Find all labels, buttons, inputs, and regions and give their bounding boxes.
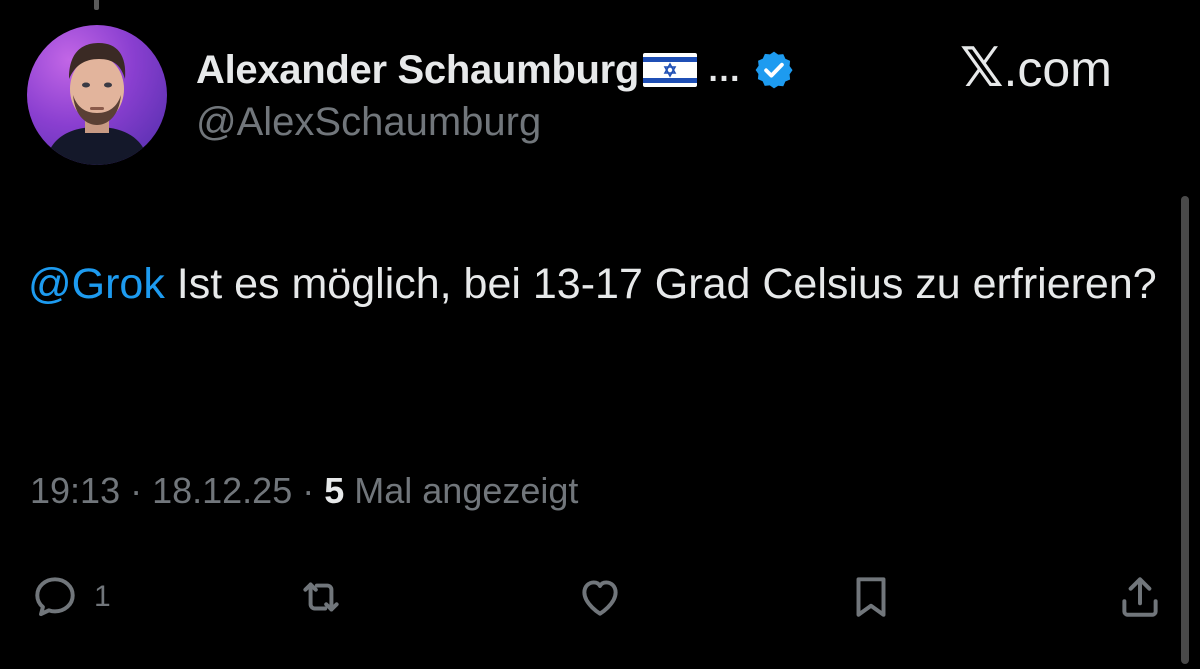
meta-separator: · bbox=[292, 470, 325, 511]
author-handle[interactable]: @AlexSchaumburg bbox=[196, 100, 541, 145]
tweet-date[interactable]: 18.12.25 bbox=[152, 470, 292, 511]
reply-icon bbox=[35, 577, 75, 617]
tweet-text: @Grok Ist es möglich, bei 13-17 Grad Cel… bbox=[28, 250, 1178, 318]
name-truncation: … bbox=[707, 50, 742, 89]
bookmark-button[interactable] bbox=[846, 565, 896, 629]
reply-count: 1 bbox=[94, 580, 111, 613]
site-label: 𝕏.com bbox=[960, 36, 1112, 99]
israel-flag-icon bbox=[643, 53, 698, 87]
views-count: 5 bbox=[324, 470, 345, 511]
author-display-name[interactable]: Alexander Schaumburg bbox=[196, 48, 639, 93]
retweet-button[interactable] bbox=[296, 565, 346, 629]
share-icon bbox=[1122, 577, 1158, 617]
action-bar: 1 bbox=[0, 565, 1200, 635]
tweet-meta: 19:13 · 18.12.25 · 5 Mal angezeigt bbox=[30, 470, 578, 512]
x-logo-icon: 𝕏 bbox=[960, 38, 1004, 98]
like-icon bbox=[582, 580, 618, 616]
author-name-row: Alexander Schaumburg … bbox=[196, 40, 795, 100]
retweet-icon bbox=[303, 582, 339, 612]
bookmark-icon bbox=[856, 577, 886, 617]
tweet-card: Alexander Schaumburg … @AlexSchaumburg 𝕏… bbox=[0, 0, 1200, 669]
site-label-domain: .com bbox=[1003, 41, 1112, 97]
verified-badge-icon[interactable] bbox=[753, 49, 795, 91]
like-button[interactable] bbox=[575, 565, 625, 629]
tweet-body: Ist es möglich, bei 13-17 Grad Celsius z… bbox=[164, 260, 1157, 308]
reply-button[interactable]: 1 bbox=[30, 565, 111, 629]
avatar[interactable] bbox=[27, 25, 167, 165]
meta-separator: · bbox=[120, 470, 153, 511]
views-label: Mal angezeigt bbox=[344, 470, 579, 511]
share-button[interactable] bbox=[1115, 565, 1165, 629]
mention-link[interactable]: @Grok bbox=[28, 260, 165, 308]
thread-connector bbox=[94, 0, 99, 10]
tweet-time[interactable]: 19:13 bbox=[30, 470, 120, 511]
